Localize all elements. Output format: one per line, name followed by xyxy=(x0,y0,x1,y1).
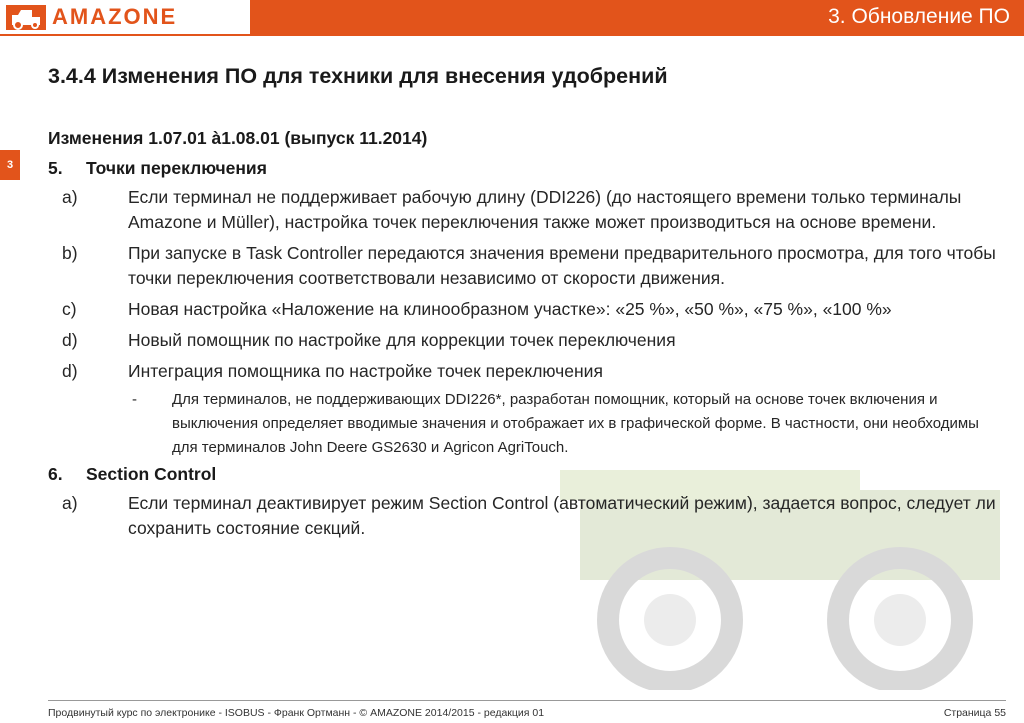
list-marker: a) xyxy=(62,187,78,207)
list-text: При запуске в Task Controller передаются… xyxy=(128,243,996,288)
section-title: 3. Обновление ПО xyxy=(828,5,1010,28)
logo-text: AMAZONE xyxy=(52,4,178,29)
list-item: a) Если терминал не поддерживает рабочую… xyxy=(48,185,1008,235)
section-number: 6. xyxy=(48,464,63,484)
header: AMAZONE 3. Обновление ПО xyxy=(0,0,1024,36)
footer-credits: Продвинутый курс по электронике - ISOBUS… xyxy=(48,707,545,719)
list-marker: c) xyxy=(62,299,77,319)
list-text: Новый помощник по настройке для коррекци… xyxy=(128,330,676,350)
footer: Продвинутый курс по электронике - ISOBUS… xyxy=(0,700,1024,723)
list-text: Если терминал не поддерживает рабочую дл… xyxy=(128,187,962,232)
amazone-logo-icon xyxy=(6,5,46,30)
footer-divider xyxy=(48,700,1006,701)
section-heading: 5. Точки переключения xyxy=(48,158,1008,179)
section-heading: 6. Section Control xyxy=(48,464,1008,485)
sub-list-marker: - xyxy=(132,391,137,408)
content: Изменения 1.07.01 à1.08.01 (выпуск 11.20… xyxy=(48,128,1008,547)
chapter-tab: 3 xyxy=(0,150,20,180)
logo: AMAZONE xyxy=(0,0,250,36)
header-bar: 3. Обновление ПО xyxy=(250,0,1024,36)
list-item: d) Интеграция помощника по настройке точ… xyxy=(48,359,1008,384)
list-text: Интеграция помощника по настройке точек … xyxy=(128,361,603,381)
changes-title: Изменения 1.07.01 à1.08.01 (выпуск 11.20… xyxy=(48,128,428,148)
section-title-text: Точки переключения xyxy=(86,158,267,178)
list-marker: d) xyxy=(62,330,78,350)
page-heading: 3.4.4 Изменения ПО для техники для внесе… xyxy=(48,64,668,88)
list-item: b) При запуске в Task Controller передаю… xyxy=(48,241,1008,291)
list-item: c) Новая настройка «Наложение на клинооб… xyxy=(48,297,1008,322)
list-text: Новая настройка «Наложение на клинообраз… xyxy=(128,299,892,319)
list-marker: b) xyxy=(62,243,78,263)
sub-list-item: - Для терминалов, не поддерживающих DDI2… xyxy=(48,388,1008,460)
list-marker: d) xyxy=(62,361,78,381)
section-number: 5. xyxy=(48,158,63,178)
list-text: Если терминал деактивирует режим Section… xyxy=(128,493,996,538)
list-item: d) Новый помощник по настройке для корре… xyxy=(48,328,1008,353)
list-item: a) Если терминал деактивирует режим Sect… xyxy=(48,491,1008,541)
section-title-text: Section Control xyxy=(86,464,217,484)
sub-list-text: Для терминалов, не поддерживающих DDI226… xyxy=(172,391,979,456)
page-number: Страница 55 xyxy=(943,707,1006,719)
list-marker: a) xyxy=(62,493,78,513)
